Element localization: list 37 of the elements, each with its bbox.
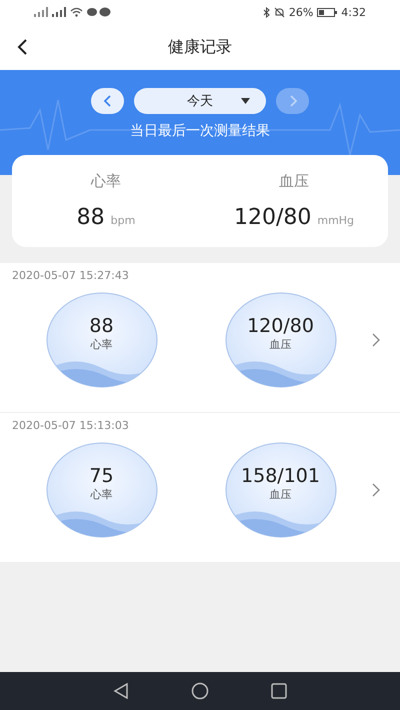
- reading-value: 75: [89, 464, 114, 486]
- metric-unit: mmHg: [317, 214, 354, 227]
- record-time: 2020-05-07 15:13:03: [12, 419, 130, 432]
- home-button[interactable]: [191, 682, 209, 700]
- page-title: 健康记录: [168, 36, 232, 58]
- bluetooth-icon: [262, 6, 270, 18]
- metric-unit: bpm: [110, 214, 136, 227]
- chevron-right-icon[interactable]: [370, 483, 382, 497]
- battery-icon: [317, 8, 338, 16]
- reading-label: 心率: [90, 336, 112, 352]
- reading-label: 心率: [90, 486, 112, 502]
- signal-icon: [52, 7, 66, 17]
- caret-icon: [241, 98, 250, 104]
- previous-day-button[interactable]: [91, 88, 124, 114]
- chevron-right-icon: [288, 95, 298, 107]
- date-dropdown[interactable]: 今天: [134, 88, 266, 114]
- metric-label: 心率: [91, 172, 121, 191]
- reading-label: 血压: [270, 486, 292, 502]
- metric-label: 血压: [279, 172, 309, 191]
- signal-icon: [34, 7, 48, 17]
- chat-icon: [87, 7, 111, 17]
- reading-value: 158/101: [241, 464, 320, 486]
- bell-muted-icon: [274, 6, 285, 18]
- chevron-right-icon[interactable]: [370, 333, 382, 347]
- chevron-left-icon: [102, 95, 112, 107]
- reading-value: 88: [89, 314, 114, 336]
- reading-value: 120/80: [247, 314, 314, 336]
- clock-time: 4:32: [341, 6, 366, 18]
- battery-percent: 26%: [288, 6, 314, 18]
- record-time: 2020-05-07 15:27:43: [12, 269, 130, 282]
- summary-caption: 当日最后一次测量结果: [130, 122, 270, 140]
- system-back-button[interactable]: [113, 683, 129, 699]
- wifi-icon: [70, 7, 83, 17]
- reading-label: 血压: [270, 336, 292, 352]
- metric-value: 120/80: [234, 205, 312, 230]
- recent-apps-button[interactable]: [271, 683, 287, 699]
- metric-value: 88: [76, 205, 105, 230]
